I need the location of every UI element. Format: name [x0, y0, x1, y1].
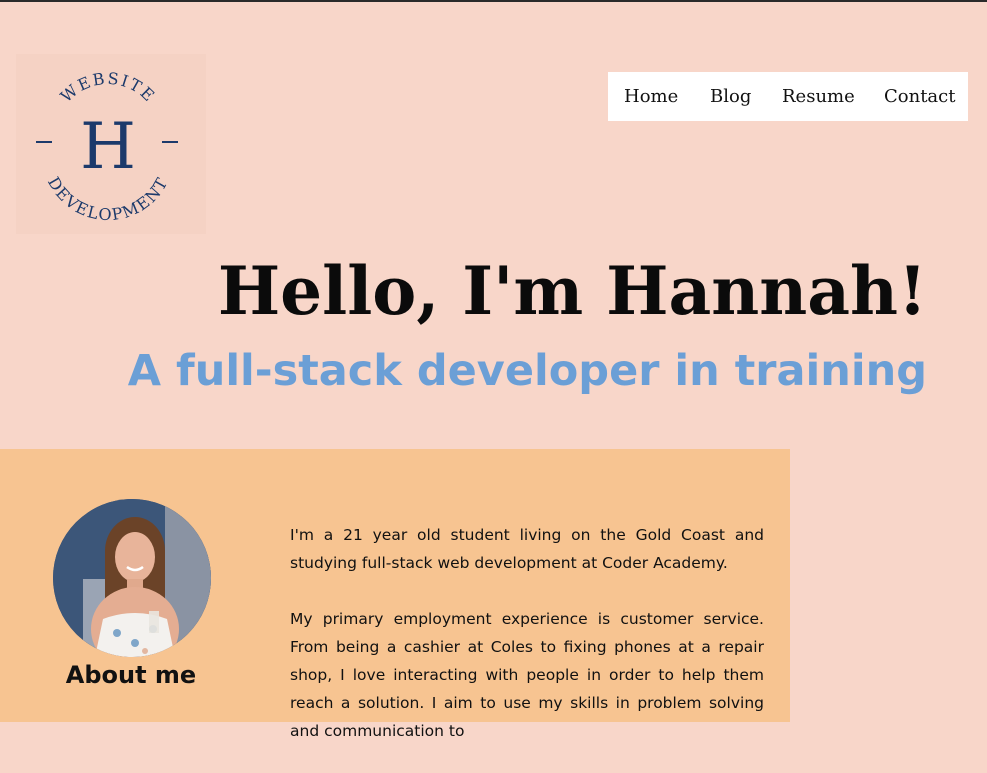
profile-photo: [53, 499, 211, 657]
top-border: [0, 0, 987, 2]
nav-home-link[interactable]: Home: [624, 86, 678, 107]
site-logo[interactable]: WEBSITE DEVELOPMENT H: [16, 54, 206, 234]
main-nav: Home Blog Resume Contact: [608, 72, 968, 121]
logo-letter: H: [80, 110, 136, 184]
about-text: I'm a 21 year old student living on the …: [290, 521, 764, 773]
hero-title: Hello, I'm Hannah!: [217, 252, 927, 330]
about-paragraph-1: I'm a 21 year old student living on the …: [290, 526, 764, 572]
nav-resume-link[interactable]: Resume: [782, 86, 855, 107]
nav-contact-link[interactable]: Contact: [884, 86, 955, 107]
about-paragraph-2: My primary employment experience is cust…: [290, 610, 764, 740]
hero-subtitle: A full-stack developer in training: [127, 346, 927, 396]
about-section: About me I'm a 21 year old student livin…: [0, 449, 790, 740]
nav-blog-link[interactable]: Blog: [710, 86, 751, 107]
about-heading: About me: [65, 661, 197, 689]
profile-photo-image: [53, 499, 211, 657]
logo-emblem-icon: WEBSITE DEVELOPMENT H: [36, 69, 178, 224]
logo-top-text: WEBSITE: [57, 69, 160, 107]
